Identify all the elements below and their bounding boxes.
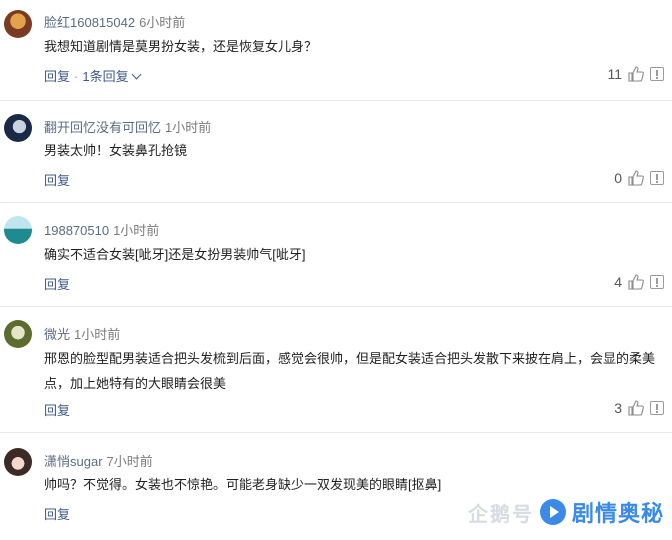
like-count: 11 [607, 66, 622, 82]
username[interactable]: 198870510 [44, 223, 109, 238]
watermark-brand: 剧情奥秘 [571, 501, 664, 526]
watermark: 企鹅号 剧情奥秘 [468, 496, 664, 528]
divider [0, 432, 672, 433]
report-icon[interactable] [650, 171, 664, 185]
report-icon[interactable] [650, 275, 664, 289]
thumbs-up-icon[interactable] [628, 400, 644, 416]
comment-time: 7小时前 [106, 454, 153, 469]
avatar[interactable] [4, 114, 32, 142]
report-icon[interactable] [650, 67, 664, 81]
thumbs-up-icon[interactable] [628, 170, 644, 186]
like-count: 0 [614, 170, 622, 186]
report-icon[interactable] [650, 401, 664, 415]
view-replies-button[interactable]: 1条回复 [82, 69, 142, 84]
comment-time: 1小时前 [113, 223, 160, 238]
like-count: 3 [614, 400, 622, 416]
comment-text: 帅吗？不觉得。女装也不惊艳。可能老身缺少一双发现美的眼睛[抠鼻] [44, 477, 442, 492]
comment-text: 男装太帅！女装鼻孔抢镜 [44, 143, 188, 158]
divider [0, 202, 672, 203]
username[interactable]: 潇悄sugar [44, 454, 103, 469]
username[interactable]: 脸红160815042 [44, 15, 135, 30]
like-count: 4 [614, 274, 622, 290]
comment-time: 6小时前 [139, 15, 186, 30]
play-logo-icon [539, 499, 566, 525]
comment-text: 我想知道剧情是莫男扮女装，还是恢复女儿身？ [44, 39, 318, 54]
comment-text: 确实不适合女装[呲牙]还是女扮男装帅气[呲牙] [44, 247, 306, 262]
reply-button[interactable]: 回复 [44, 277, 70, 292]
avatar[interactable] [4, 216, 32, 244]
comment-time: 1小时前 [165, 120, 212, 135]
avatar[interactable] [4, 10, 32, 38]
thumbs-up-icon[interactable] [628, 66, 644, 82]
comment-time: 1小时前 [74, 327, 121, 342]
username[interactable]: 翻开回忆没有可回忆 [44, 120, 161, 135]
reply-button[interactable]: 回复 [44, 173, 70, 188]
watermark-faint-text: 企鹅号 [467, 503, 534, 526]
divider [0, 306, 672, 307]
reply-button[interactable]: 回复 [44, 403, 70, 418]
comment-text: 邢恩的脸型配男装适合把头发梳到后面，感觉会很帅，但是配女装适合把头发散下来披在肩… [44, 351, 656, 391]
username[interactable]: 微光 [44, 327, 70, 342]
avatar[interactable] [4, 448, 32, 476]
reply-button[interactable]: 回复 [44, 507, 70, 522]
reply-button[interactable]: 回复 [44, 69, 70, 84]
thumbs-up-icon[interactable] [628, 274, 644, 290]
avatar[interactable] [4, 320, 32, 348]
divider [0, 100, 672, 101]
chevron-down-icon [131, 69, 142, 80]
